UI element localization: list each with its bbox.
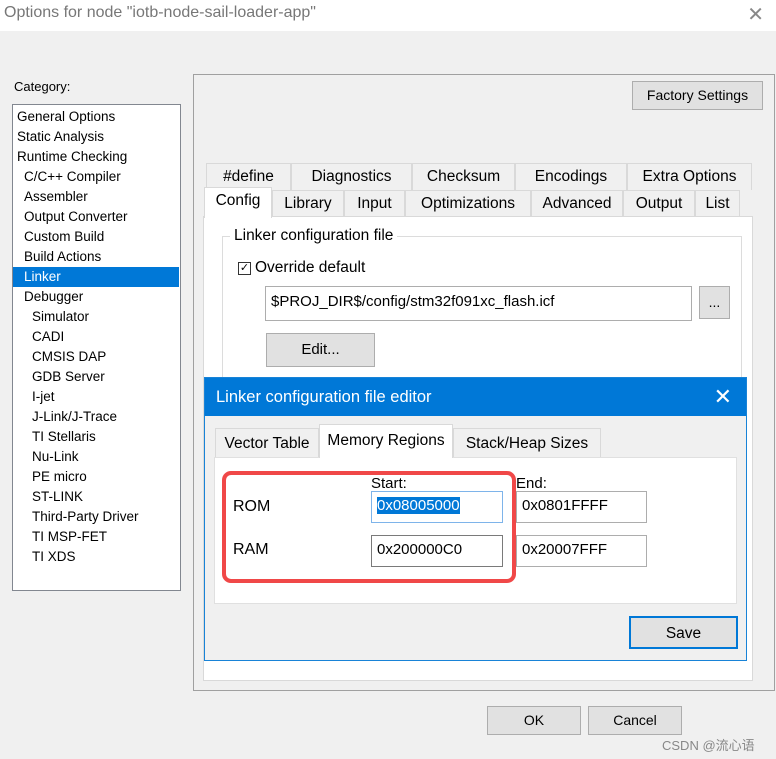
category-item[interactable]: GDB Server xyxy=(13,367,179,387)
browse-button[interactable]: ... xyxy=(699,286,730,319)
tab-input[interactable]: Input xyxy=(344,190,405,217)
tab-checksum[interactable]: Checksum xyxy=(412,163,515,190)
category-item[interactable]: ST-LINK xyxy=(13,487,179,507)
config-file-path-input[interactable]: $PROJ_DIR$/config/stm32f091xc_flash.icf xyxy=(265,286,692,321)
category-item[interactable]: Nu-Link xyxy=(13,447,179,467)
category-item[interactable]: Linker xyxy=(13,267,179,287)
category-item[interactable]: TI MSP-FET xyxy=(13,527,179,547)
checkbox-checked-icon[interactable]: ✓ xyxy=(238,261,251,275)
tab-library[interactable]: Library xyxy=(272,190,344,217)
override-label: Override default xyxy=(255,259,366,276)
factory-settings-button[interactable]: Factory Settings xyxy=(632,81,763,110)
category-item[interactable]: C/C++ Compiler xyxy=(13,167,179,187)
category-label: Category: xyxy=(14,79,71,94)
category-item[interactable]: I-jet xyxy=(13,387,179,407)
title-bar: Options for node "iotb-node-sail-loader-… xyxy=(0,0,776,31)
category-item[interactable]: Debugger xyxy=(13,287,179,307)
override-default-checkbox[interactable]: ✓ Override default xyxy=(238,259,365,277)
tab-encodings[interactable]: Encodings xyxy=(515,163,627,190)
ok-button[interactable]: OK xyxy=(487,706,581,735)
category-item[interactable]: CADI xyxy=(13,327,179,347)
category-item[interactable]: CMSIS DAP xyxy=(13,347,179,367)
category-list[interactable]: General Options Static Analysis Runtime Ch… xyxy=(12,104,181,591)
edit-button[interactable]: Edit... xyxy=(266,333,375,367)
tab-diagnostics[interactable]: Diagnostics xyxy=(291,163,412,190)
category-item[interactable]: Third-Party Driver xyxy=(13,507,179,527)
category-item[interactable]: Build Actions xyxy=(13,247,179,267)
category-item[interactable]: Custom Build xyxy=(13,227,179,247)
ram-start-input[interactable]: 0x200000C0 xyxy=(371,535,503,567)
tab-list[interactable]: List xyxy=(695,190,740,217)
rom-start-value: 0x08005000 xyxy=(377,497,460,514)
linker-editor-dialog: Linker configuration file editor ✕ Vecto… xyxy=(204,377,747,661)
group-label: Linker configuration file xyxy=(230,227,398,245)
cancel-button[interactable]: Cancel xyxy=(588,706,682,735)
category-item[interactable]: General Options xyxy=(13,107,179,127)
tab-output[interactable]: Output xyxy=(623,190,695,217)
category-item[interactable]: Runtime Checking xyxy=(13,147,179,167)
tab-optimizations[interactable]: Optimizations xyxy=(405,190,531,217)
category-item[interactable]: PE micro xyxy=(13,467,179,487)
category-item[interactable]: TI XDS xyxy=(13,547,179,567)
tab-config[interactable]: Config xyxy=(204,187,272,218)
rom-start-input[interactable]: 0x08005000 xyxy=(371,491,503,523)
window-title: Options for node "iotb-node-sail-loader-… xyxy=(4,4,316,21)
category-item[interactable]: Assembler xyxy=(13,187,179,207)
close-icon[interactable]: ✕ xyxy=(747,2,764,27)
tab-memory-regions[interactable]: Memory Regions xyxy=(319,424,453,458)
close-icon[interactable]: ✕ xyxy=(714,378,732,416)
category-item[interactable]: Simulator xyxy=(13,307,179,327)
rom-end-input[interactable]: 0x0801FFFF xyxy=(516,491,647,523)
tab-extraoptions[interactable]: Extra Options xyxy=(627,163,752,190)
tab-stack-heap-sizes[interactable]: Stack/Heap Sizes xyxy=(453,428,601,458)
ram-end-input[interactable]: 0x20007FFF xyxy=(516,535,647,567)
category-item[interactable]: Output Converter xyxy=(13,207,179,227)
dialog-title: Linker configuration file editor xyxy=(205,378,746,416)
category-item[interactable]: Static Analysis xyxy=(13,127,179,147)
tab-vector-table[interactable]: Vector Table xyxy=(215,428,319,458)
ram-label: RAM xyxy=(233,541,269,558)
category-item[interactable]: TI Stellaris xyxy=(13,427,179,447)
rom-label: ROM xyxy=(233,498,271,515)
category-item[interactable]: J-Link/J-Trace xyxy=(13,407,179,427)
save-button[interactable]: Save xyxy=(629,616,738,649)
tab-define[interactable]: #define xyxy=(206,163,291,190)
watermark: CSDN @流心语 xyxy=(662,738,755,753)
tab-advanced[interactable]: Advanced xyxy=(531,190,623,217)
start-label: Start: xyxy=(371,475,407,492)
end-label: End: xyxy=(516,475,547,492)
